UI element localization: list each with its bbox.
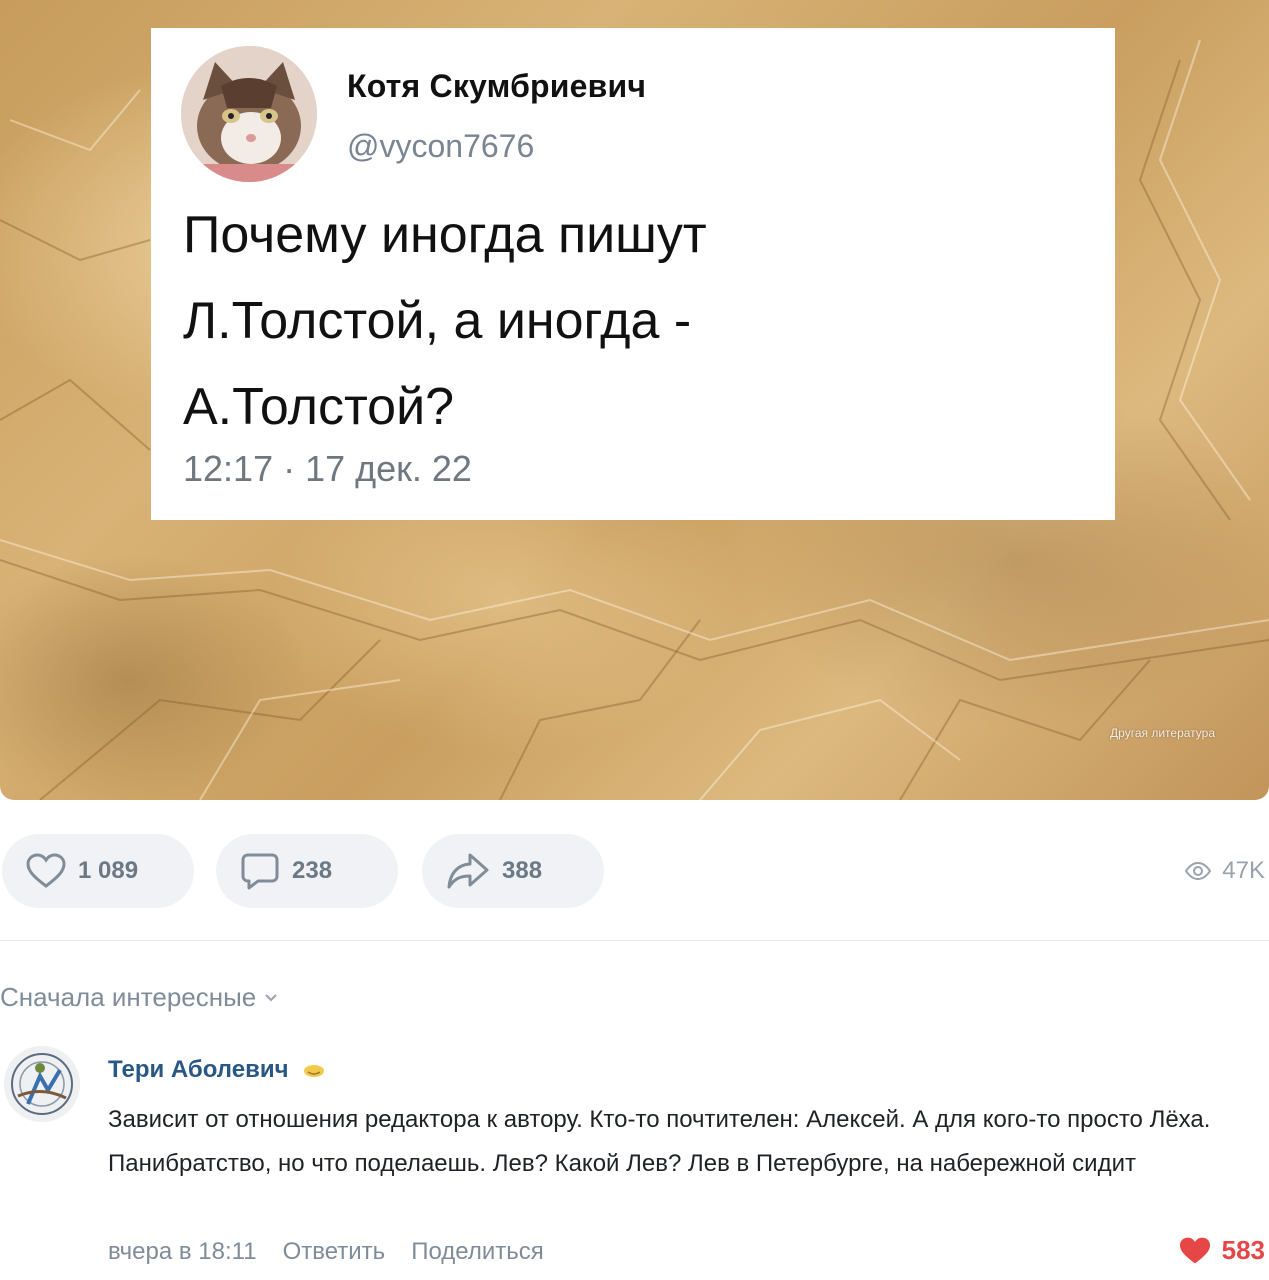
tweet-card: Котя Скумбриевич @vycon7676 Почему иногд… (151, 28, 1115, 520)
cat-avatar-icon (181, 46, 317, 182)
chevron-down-icon (265, 993, 277, 1001)
tweet-text: Почему иногда пишут Л.Толстой, а иногда … (183, 192, 1083, 450)
like-button[interactable]: 1 089 (2, 834, 194, 908)
comment-like-button[interactable]: 583 (1178, 1235, 1265, 1266)
heart-icon (26, 853, 66, 888)
comment-icon (241, 853, 279, 890)
views-counter: 47K (1184, 857, 1265, 885)
comment-meta: вчера в 18:11 Ответить Поделиться (108, 1238, 544, 1266)
comment-avatar[interactable] (4, 1046, 80, 1122)
tweet-text-line: Л.Толстой, а иногда - (183, 292, 692, 350)
avatar-drawing-icon (4, 1046, 80, 1122)
tweet-timestamp: 12:17 · 17 дек. 22 (183, 448, 472, 489)
tweet-text-line: А.Толстой? (183, 378, 455, 436)
comment-text: Зависит от отношения редактора к автору.… (108, 1106, 1211, 1177)
comment-button[interactable]: 238 (216, 834, 398, 908)
tweet-author-name: Котя Скумбриевич (347, 68, 647, 104)
eye-icon (1185, 862, 1212, 880)
sort-label: Сначала интересные (0, 982, 257, 1012)
share-button[interactable]: 388 (422, 834, 604, 908)
emoji-badge-icon (303, 1065, 324, 1077)
share-count: 388 (502, 857, 543, 884)
comment-time: вчера в 18:11 (108, 1238, 257, 1265)
share-link[interactable]: Поделиться (411, 1238, 544, 1266)
tweet-author-handle: @vycon7676 (347, 128, 535, 164)
post-image[interactable]: Котя Скумбриевич @vycon7676 Почему иногд… (0, 0, 1269, 800)
share-icon (447, 853, 489, 889)
tweet-text-line: Почему иногда пишут (183, 206, 707, 264)
comment-author-name: Тери Аболевич (108, 1056, 289, 1083)
comment-count: 238 (292, 857, 333, 884)
comment-author[interactable]: Тери Аболевич (108, 1056, 325, 1084)
divider (0, 940, 1269, 941)
views-count: 47K (1222, 857, 1265, 884)
like-count: 1 089 (78, 857, 139, 884)
heart-filled-icon (1179, 1237, 1210, 1263)
reply-link[interactable]: Ответить (283, 1238, 386, 1266)
tweet-avatar (181, 46, 317, 182)
comment-like-count: 583 (1221, 1235, 1265, 1265)
watermark: Другая литература (1110, 726, 1215, 740)
comments-sort-dropdown[interactable]: Сначала интересные (0, 982, 278, 1013)
